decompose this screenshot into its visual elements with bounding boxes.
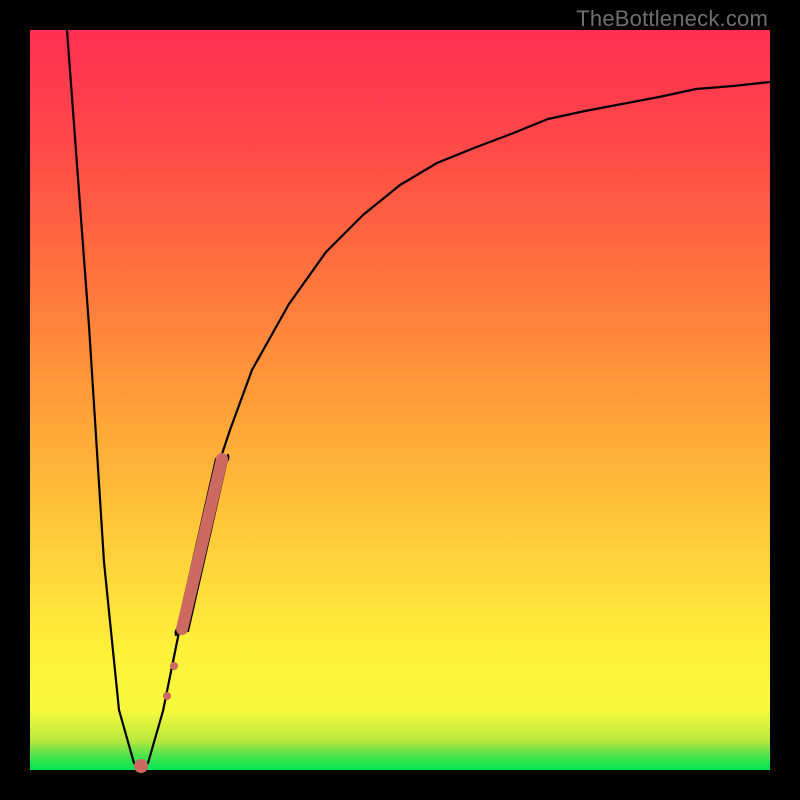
curve-layer: [30, 30, 770, 770]
bottleneck-curve: [67, 30, 770, 770]
marker-min-dot: [134, 759, 148, 773]
marker-capsule-core: [182, 459, 222, 629]
plot-area: [30, 30, 770, 770]
marker-dot-3: [170, 662, 178, 670]
chart-frame: TheBottleneck.com: [0, 0, 800, 800]
marker-dot-2: [163, 692, 171, 700]
watermark-text: TheBottleneck.com: [576, 6, 768, 32]
